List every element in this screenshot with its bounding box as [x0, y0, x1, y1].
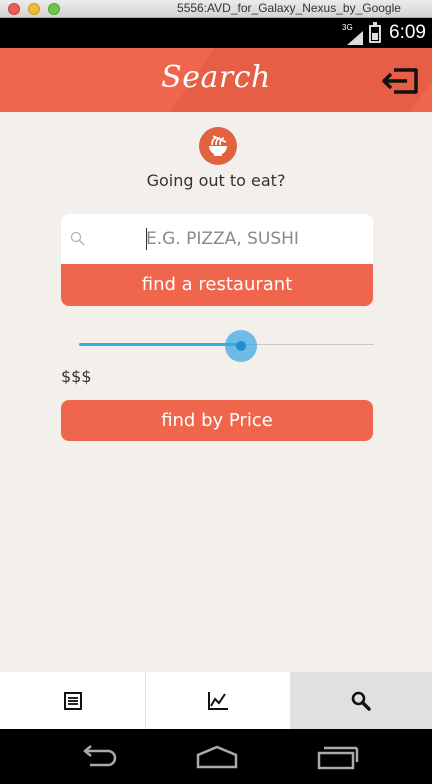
search-icon	[70, 231, 85, 246]
bottom-tab-bar	[0, 672, 432, 729]
recents-icon	[317, 746, 359, 770]
window-title-bar: 5556:AVD_for_Galaxy_Nexus_by_Google	[0, 0, 432, 18]
tab-search[interactable]	[290, 672, 432, 729]
close-window-button[interactable]	[8, 3, 20, 15]
slider-handle[interactable]	[225, 330, 258, 362]
app-header: Search	[0, 48, 432, 112]
home-button[interactable]	[195, 743, 239, 771]
signal-icon	[347, 31, 363, 45]
chart-icon	[208, 691, 228, 710]
slider-fill	[79, 343, 242, 346]
prompt-text: Going out to eat?	[146, 171, 286, 190]
window-title: 5556:AVD_for_Galaxy_Nexus_by_Google	[177, 1, 401, 15]
price-level-label: $$$	[61, 367, 92, 386]
noodle-bowl-icon	[199, 127, 237, 165]
text-cursor	[146, 228, 147, 250]
page-title: Search	[161, 60, 271, 95]
search-field[interactable]	[61, 214, 373, 264]
price-slider[interactable]	[79, 330, 374, 362]
list-icon	[63, 691, 82, 710]
zoom-window-button[interactable]	[48, 3, 60, 15]
minimize-window-button[interactable]	[28, 3, 40, 15]
battery-icon	[369, 22, 381, 43]
tab-chart[interactable]	[145, 672, 290, 729]
status-bar: 3G 6:09	[0, 18, 432, 48]
search-input[interactable]	[146, 224, 366, 254]
exit-icon	[382, 68, 418, 94]
status-time: 6:09	[389, 22, 426, 43]
back-icon	[83, 745, 117, 767]
tab-list[interactable]	[0, 672, 145, 729]
recents-button[interactable]	[315, 743, 359, 771]
system-nav-bar	[0, 729, 432, 784]
search-icon	[351, 691, 371, 711]
find-restaurant-button[interactable]: find a restaurant	[61, 264, 373, 306]
exit-button[interactable]	[380, 64, 420, 98]
find-by-price-button[interactable]: find by Price	[61, 400, 373, 441]
home-icon	[196, 745, 238, 769]
back-button[interactable]	[76, 743, 120, 771]
search-screen: Going out to eat? find a restaurant $$$ …	[0, 112, 432, 672]
